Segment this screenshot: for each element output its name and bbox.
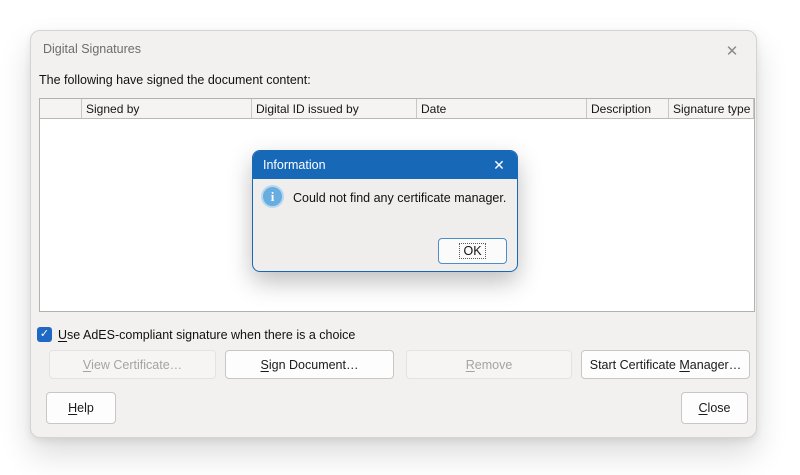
column-header[interactable]: Date: [417, 99, 587, 118]
information-message-box: Information ✕ i Could not find any certi…: [252, 150, 518, 272]
label-mnemonic: U: [58, 328, 67, 342]
close-button[interactable]: Close: [681, 392, 748, 424]
label-mnemonic: H: [68, 401, 77, 415]
label-mnemonic: S: [261, 358, 269, 372]
column-header[interactable]: Digital ID issued by: [252, 99, 417, 118]
column-header[interactable]: Description: [587, 99, 669, 118]
sign-document-button[interactable]: Sign Document…: [225, 350, 394, 379]
message-box-titlebar: Information ✕: [253, 151, 517, 179]
ades-checkbox[interactable]: ✓: [37, 327, 52, 342]
label-post: se AdES-compliant signature when there i…: [67, 328, 355, 342]
ades-checkbox-row[interactable]: ✓ Use AdES-compliant signature when ther…: [37, 326, 355, 343]
column-header[interactable]: [40, 99, 82, 118]
label-post: anager…: [690, 358, 741, 372]
message-text: Could not find any certificate manager.: [293, 191, 506, 205]
label-mnemonic: V: [83, 358, 91, 372]
label-pre: Start Certificate: [590, 358, 680, 372]
view-certificate-button[interactable]: View Certificate…: [49, 350, 216, 379]
help-button[interactable]: Help: [46, 392, 116, 424]
column-header[interactable]: Signature type: [669, 99, 754, 118]
message-box-title: Information: [263, 158, 326, 172]
label-mnemonic: M: [679, 358, 689, 372]
column-header[interactable]: Signed by: [82, 99, 252, 118]
instruction-label: The following have signed the document c…: [39, 73, 311, 87]
ok-button-label: OK: [459, 243, 485, 259]
info-icon: i: [261, 185, 284, 208]
label-post: ign Document…: [269, 358, 359, 372]
dialog-title: Digital Signatures: [43, 42, 141, 56]
label-post: elp: [77, 401, 94, 415]
close-icon[interactable]: ✕: [720, 39, 744, 63]
remove-button[interactable]: Remove: [406, 350, 572, 379]
label-post: lose: [708, 401, 731, 415]
start-certificate-manager-button[interactable]: Start Certificate Manager…: [581, 350, 750, 379]
table-header: Signed byDigital ID issued byDateDescrip…: [40, 99, 754, 119]
label-mnemonic: R: [466, 358, 475, 372]
ades-checkbox-label: Use AdES-compliant signature when there …: [58, 328, 355, 342]
label-post: emove: [475, 358, 513, 372]
label-mnemonic: C: [699, 401, 708, 415]
close-icon[interactable]: ✕: [487, 151, 511, 179]
ok-button[interactable]: OK: [438, 238, 507, 264]
label-post: iew Certificate…: [91, 358, 182, 372]
